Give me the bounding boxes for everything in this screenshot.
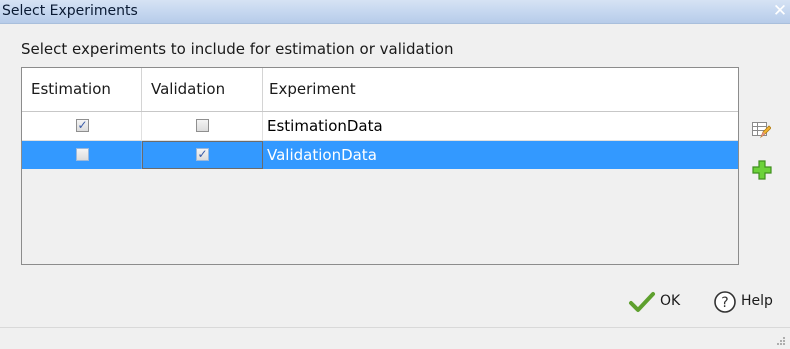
title-bar: Select Experiments ✕ <box>0 0 790 24</box>
experiments-table: Estimation Validation Experiment ✓ Estim… <box>21 67 739 265</box>
checkmark-icon <box>629 292 655 312</box>
table-header: Estimation Validation Experiment <box>22 68 738 112</box>
experiment-name[interactable]: ValidationData <box>263 141 738 169</box>
table-row[interactable]: ✓ EstimationData <box>22 112 738 141</box>
validation-cell <box>142 112 263 140</box>
close-icon[interactable]: ✕ <box>772 0 788 22</box>
add-icon[interactable] <box>752 160 772 180</box>
column-header-validation[interactable]: Validation <box>142 68 263 111</box>
help-icon: ? <box>714 291 736 313</box>
estimation-cell <box>22 141 142 169</box>
instruction-text: Select experiments to include for estima… <box>21 40 454 58</box>
experiment-name[interactable]: EstimationData <box>263 112 738 140</box>
window-title: Select Experiments <box>2 3 138 19</box>
resize-grip-icon[interactable] <box>776 336 786 346</box>
estimation-cell: ✓ <box>22 112 142 140</box>
svg-text:?: ? <box>721 295 728 311</box>
validation-checkbox[interactable]: ✓ <box>196 148 209 161</box>
column-header-estimation[interactable]: Estimation <box>22 68 142 111</box>
estimation-checkbox[interactable] <box>76 148 89 161</box>
estimation-checkbox[interactable]: ✓ <box>76 119 89 132</box>
table-row-selected[interactable]: ✓ ValidationData <box>22 141 738 169</box>
ok-label: OK <box>660 293 681 309</box>
column-header-experiment[interactable]: Experiment <box>263 68 738 111</box>
edit-table-icon[interactable] <box>751 120 772 140</box>
validation-cell: ✓ <box>142 141 263 169</box>
help-label: Help <box>741 293 773 309</box>
validation-checkbox[interactable] <box>196 119 209 132</box>
footer-divider <box>0 327 790 328</box>
